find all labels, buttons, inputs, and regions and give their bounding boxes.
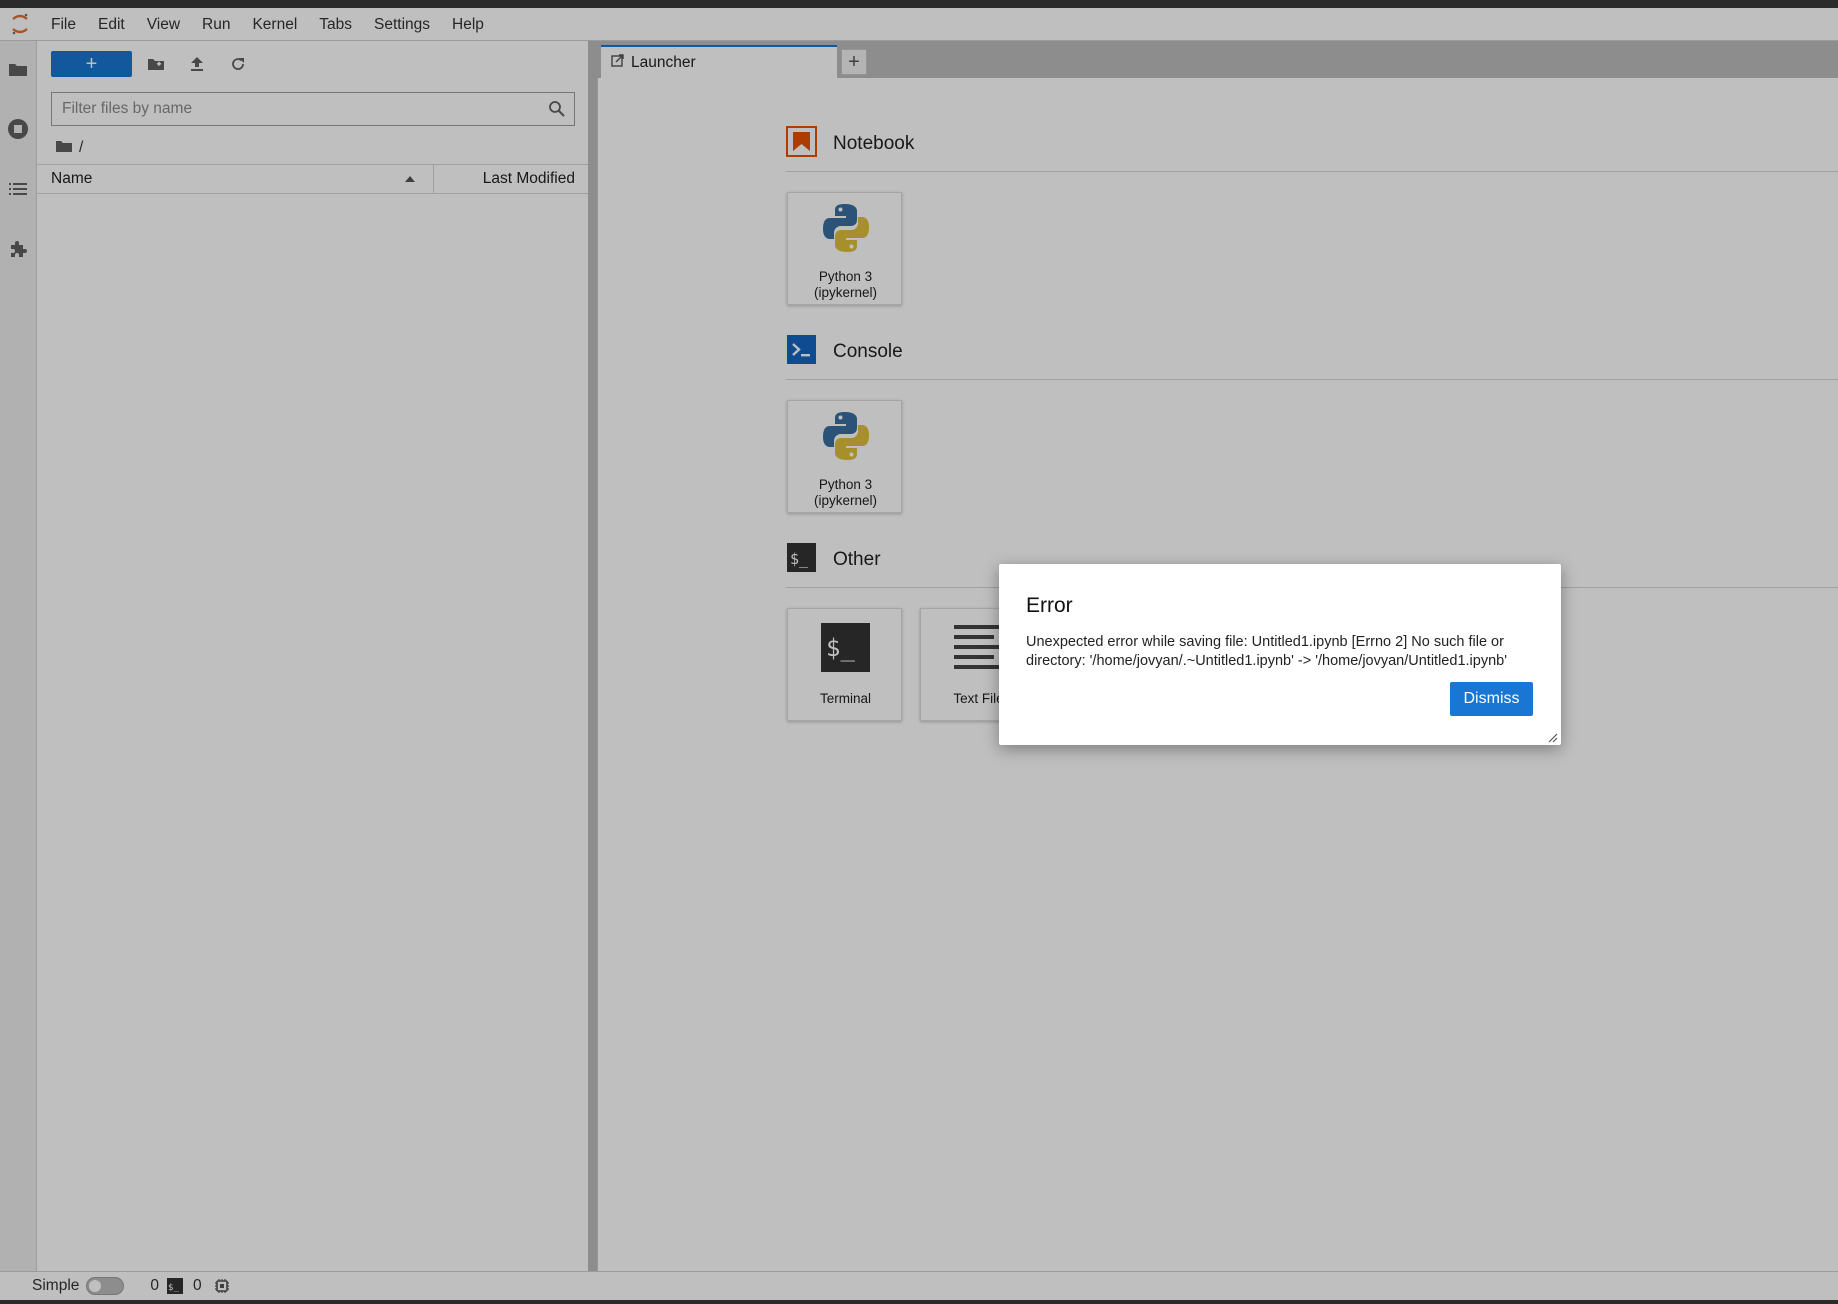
error-dialog: Error Unexpected error while saving file… xyxy=(999,564,1561,745)
resize-grip-icon[interactable] xyxy=(1546,730,1558,743)
modal-overlay[interactable] xyxy=(0,0,1838,1304)
dismiss-button[interactable]: Dismiss xyxy=(1450,682,1533,716)
dialog-title: Error xyxy=(1026,594,1073,617)
dialog-message: Unexpected error while saving file: Unti… xyxy=(1026,634,1507,669)
